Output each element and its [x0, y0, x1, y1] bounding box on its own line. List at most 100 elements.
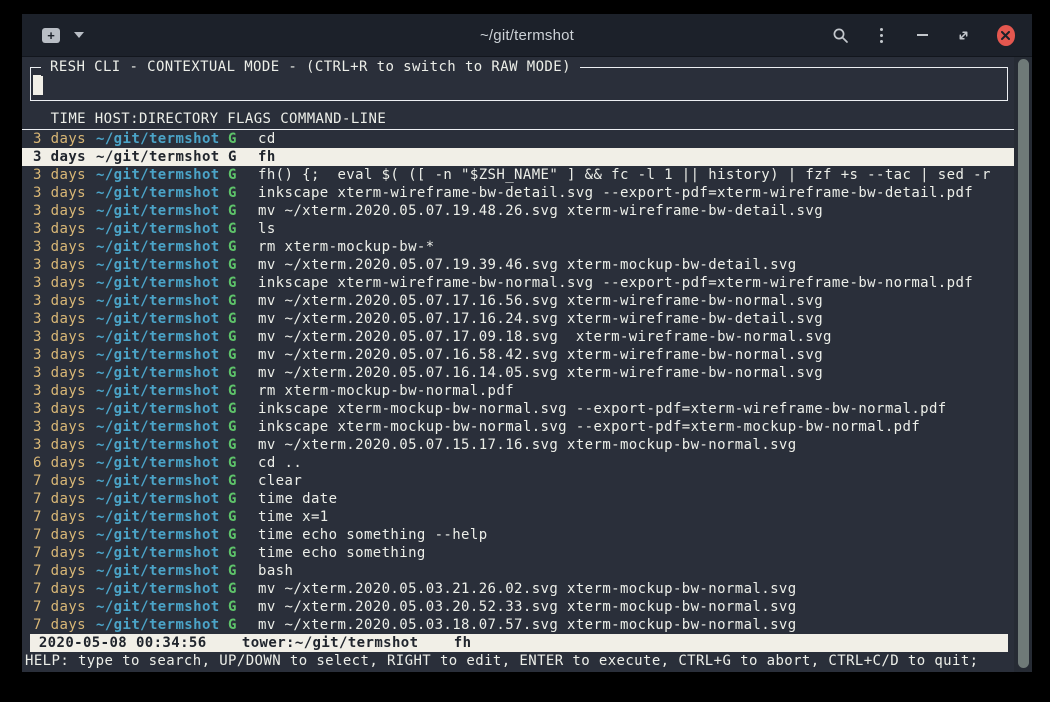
- history-row[interactable]: 7 days ~/git/termshot G clear: [22, 472, 1014, 490]
- history-list: 3 days ~/git/termshot G cd 3 days ~/git/…: [22, 130, 1014, 634]
- row-directory: ~/git/termshot: [96, 328, 228, 346]
- plus-icon: +: [47, 29, 55, 42]
- history-row[interactable]: 7 days ~/git/termshot G mv ~/xterm.2020.…: [22, 616, 1014, 634]
- titlebar-right: [832, 25, 1032, 46]
- new-tab-button[interactable]: +: [42, 28, 60, 43]
- row-flags: G: [228, 526, 258, 544]
- row-flags: G: [228, 472, 258, 490]
- close-icon: [1001, 31, 1010, 40]
- row-flags: G: [228, 580, 258, 598]
- close-button[interactable]: [997, 25, 1015, 46]
- row-command: inkscape xterm-mockup-bw-normal.svg --ex…: [258, 400, 1014, 418]
- history-row[interactable]: 3 days ~/git/termshot G ls: [22, 220, 1014, 238]
- history-row[interactable]: 3 days ~/git/termshot G fh() {; eval $( …: [22, 166, 1014, 184]
- history-row[interactable]: 7 days ~/git/termshot G time echo someth…: [22, 544, 1014, 562]
- status-bar: 2020-05-08 00:34:56 tower:~/git/termshot…: [30, 634, 1008, 652]
- titlebar[interactable]: + ~/git/termshot: [22, 14, 1032, 57]
- row-time: 7 days: [33, 616, 96, 634]
- row-directory: ~/git/termshot: [96, 310, 228, 328]
- chevron-down-icon[interactable]: [74, 32, 84, 38]
- row-command: time x=1: [258, 508, 1014, 526]
- history-row[interactable]: 7 days ~/git/termshot G time echo someth…: [22, 526, 1014, 544]
- history-row[interactable]: 3 days ~/git/termshot G inkscape xterm-w…: [22, 274, 1014, 292]
- history-row[interactable]: 3 days ~/git/termshot G rm xterm-mockup-…: [22, 238, 1014, 256]
- row-command: inkscape xterm-wireframe-bw-normal.svg -…: [258, 274, 1014, 292]
- history-row[interactable]: 3 days ~/git/termshot G mv ~/xterm.2020.…: [22, 364, 1014, 382]
- row-time: 3 days: [33, 184, 96, 202]
- history-row[interactable]: 7 days ~/git/termshot G bash: [22, 562, 1014, 580]
- row-directory: ~/git/termshot: [96, 292, 228, 310]
- history-row[interactable]: 3 days ~/git/termshot G mv ~/xterm.2020.…: [22, 202, 1014, 220]
- row-time: 3 days: [33, 382, 96, 400]
- row-directory: ~/git/termshot: [96, 454, 228, 472]
- row-flags: G: [228, 400, 258, 418]
- row-command: time date: [258, 490, 1014, 508]
- scrollbar[interactable]: [1014, 57, 1032, 672]
- row-time: 3 days: [33, 328, 96, 346]
- row-command: cd: [258, 130, 1014, 148]
- row-time: 3 days: [33, 256, 96, 274]
- row-time: 7 days: [33, 598, 96, 616]
- history-row[interactable]: 6 days ~/git/termshot G cd ..: [22, 454, 1014, 472]
- row-command: cd ..: [258, 454, 1014, 472]
- row-command: clear: [258, 472, 1014, 490]
- history-row[interactable]: 3 days ~/git/termshot G cd: [22, 130, 1014, 148]
- row-command: fh: [258, 148, 1014, 166]
- row-command: time echo something --help: [258, 526, 1014, 544]
- row-flags: G: [228, 148, 258, 166]
- history-row[interactable]: 7 days ~/git/termshot G mv ~/xterm.2020.…: [22, 580, 1014, 598]
- search-icon[interactable]: [832, 26, 849, 44]
- row-directory: ~/git/termshot: [96, 274, 228, 292]
- row-flags: G: [228, 364, 258, 382]
- row-directory: ~/git/termshot: [96, 472, 228, 490]
- row-time: 3 days: [33, 148, 96, 166]
- resh-search-box[interactable]: RESH CLI - CONTEXTUAL MODE - (CTRL+R to …: [30, 67, 1008, 101]
- row-flags: G: [228, 202, 258, 220]
- row-flags: G: [228, 238, 258, 256]
- history-row[interactable]: 3 days ~/git/termshot G mv ~/xterm.2020.…: [22, 292, 1014, 310]
- row-directory: ~/git/termshot: [96, 490, 228, 508]
- row-time: 3 days: [33, 418, 96, 436]
- row-time: 3 days: [33, 400, 96, 418]
- row-time: 3 days: [33, 346, 96, 364]
- history-row[interactable]: 3 days ~/git/termshot G inkscape xterm-m…: [22, 418, 1014, 436]
- history-row[interactable]: 7 days ~/git/termshot G mv ~/xterm.2020.…: [22, 598, 1014, 616]
- history-row[interactable]: 3 days ~/git/termshot G rm xterm-mockup-…: [22, 382, 1014, 400]
- row-time: 3 days: [33, 292, 96, 310]
- row-flags: G: [228, 436, 258, 454]
- row-time: 7 days: [33, 490, 96, 508]
- history-row[interactable]: 3 days ~/git/termshot G mv ~/xterm.2020.…: [22, 346, 1014, 364]
- help-line: HELP: type to search, UP/DOWN to select,…: [22, 652, 1014, 670]
- history-row[interactable]: 7 days ~/git/termshot G time x=1: [22, 508, 1014, 526]
- row-command: mv ~/xterm.2020.05.03.21.26.02.svg xterm…: [258, 580, 1014, 598]
- history-row[interactable]: 3 days ~/git/termshot G mv ~/xterm.2020.…: [22, 256, 1014, 274]
- history-row[interactable]: 3 days ~/git/termshot G inkscape xterm-m…: [22, 400, 1014, 418]
- history-row[interactable]: 3 days ~/git/termshot G inkscape xterm-w…: [22, 184, 1014, 202]
- restore-button[interactable]: [956, 26, 972, 44]
- row-directory: ~/git/termshot: [96, 544, 228, 562]
- row-flags: G: [228, 544, 258, 562]
- minimize-button[interactable]: [915, 26, 931, 44]
- row-directory: ~/git/termshot: [96, 616, 228, 634]
- row-command: inkscape xterm-wireframe-bw-detail.svg -…: [258, 184, 1014, 202]
- history-row[interactable]: 3 days ~/git/termshot G mv ~/xterm.2020.…: [22, 310, 1014, 328]
- row-flags: G: [228, 598, 258, 616]
- history-row[interactable]: 3 days ~/git/termshot G fh: [22, 148, 1014, 166]
- minimize-icon: [917, 34, 928, 36]
- row-command: rm xterm-mockup-bw-normal.pdf: [258, 382, 1014, 400]
- row-flags: G: [228, 310, 258, 328]
- history-row[interactable]: 3 days ~/git/termshot G mv ~/xterm.2020.…: [22, 328, 1014, 346]
- row-directory: ~/git/termshot: [96, 508, 228, 526]
- window-title: ~/git/termshot: [222, 27, 832, 44]
- scrollbar-thumb[interactable]: [1018, 59, 1029, 668]
- row-flags: G: [228, 166, 258, 184]
- row-time: 7 days: [33, 562, 96, 580]
- history-row[interactable]: 3 days ~/git/termshot G mv ~/xterm.2020.…: [22, 436, 1014, 454]
- row-directory: ~/git/termshot: [96, 184, 228, 202]
- row-flags: G: [228, 418, 258, 436]
- row-flags: G: [228, 454, 258, 472]
- row-flags: G: [228, 562, 258, 580]
- row-flags: G: [228, 184, 258, 202]
- menu-kebab-icon[interactable]: [874, 26, 890, 44]
- history-row[interactable]: 7 days ~/git/termshot G time date: [22, 490, 1014, 508]
